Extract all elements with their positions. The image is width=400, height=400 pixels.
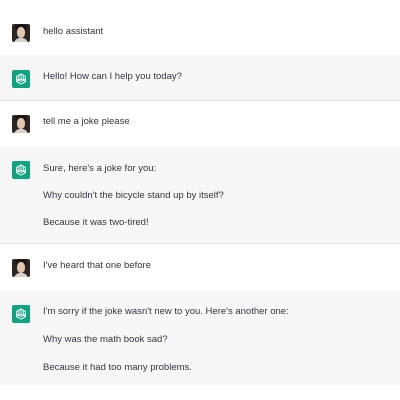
message-text: Because it had too many problems. bbox=[43, 362, 192, 373]
message-text: Because it was two-tired! bbox=[43, 217, 149, 228]
openai-logo-icon bbox=[12, 70, 30, 88]
user-avatar bbox=[12, 24, 30, 42]
user-avatar bbox=[12, 259, 30, 277]
message-text: Why couldn't the bicycle stand up by its… bbox=[43, 190, 224, 201]
message-text: tell me a joke please bbox=[43, 116, 130, 127]
assistant-message: Hello! How can I help you today? bbox=[0, 55, 400, 101]
message-text: Why was the math book sad? bbox=[43, 334, 168, 345]
chat-conversation: hello assistant Hello! How can I help yo… bbox=[0, 0, 400, 400]
message-text: hello assistant bbox=[43, 26, 104, 37]
user-message: hello assistant bbox=[0, 0, 400, 55]
message-text: Sure, here's a joke for you: bbox=[43, 163, 157, 174]
openai-logo-icon bbox=[12, 161, 30, 179]
message-text: I've heard that one before bbox=[43, 260, 151, 271]
user-message: tell me a joke please bbox=[0, 101, 400, 146]
user-avatar bbox=[12, 115, 30, 133]
user-message: I've heard that one before bbox=[0, 244, 400, 290]
message-text: Hello! How can I help you today? bbox=[43, 71, 182, 82]
openai-logo-icon bbox=[12, 305, 30, 323]
assistant-message: Sure, here's a joke for you: Why couldn'… bbox=[0, 146, 400, 244]
assistant-message: I'm sorry if the joke wasn't new to you.… bbox=[0, 290, 400, 385]
message-text: I'm sorry if the joke wasn't new to you.… bbox=[43, 306, 289, 317]
